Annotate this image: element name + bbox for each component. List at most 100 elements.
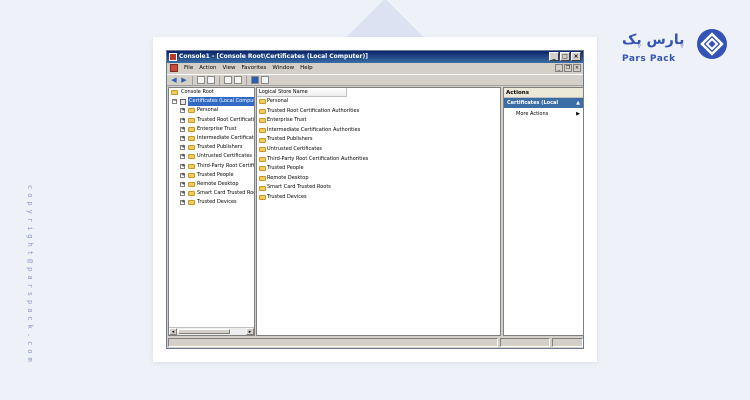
menu-action[interactable]: Action [196,63,219,74]
toolbar: ◀ ▶ [167,74,583,86]
tree-horizontal-scrollbar[interactable]: ◂ ▸ [169,327,254,335]
scroll-right-icon[interactable]: ▸ [246,328,254,335]
menu-favorites[interactable]: Favorites [239,63,270,74]
tree-item-certificates[interactable]: − Certificates (Local Computer) [169,97,254,107]
tree-item-trusted-devices[interactable]: + Trusted Devices [169,198,254,207]
show-hide-tree-icon[interactable] [207,76,215,84]
list-item[interactable]: Trusted Devices [257,193,500,203]
status-bar [168,338,583,348]
list-item[interactable]: Trusted Publishers [257,135,500,145]
expand-icon[interactable]: + [180,191,185,197]
action-pane-icon[interactable] [261,76,269,84]
expand-icon[interactable]: + [180,117,185,123]
scroll-thumb[interactable] [178,329,230,334]
expand-icon[interactable]: + [180,145,185,151]
tree-item-trusted-publishers[interactable]: + Trusted Publishers [169,143,254,152]
tree-item-label: Third-Party Root Certification [197,162,255,169]
expand-icon[interactable]: + [180,163,185,169]
tree-item-untrusted[interactable]: + Untrusted Certificates [169,152,254,161]
actions-pane: Actions Certificates (Local Computer) ▲ … [503,87,584,336]
folder-icon [259,176,266,182]
list-item[interactable]: Enterprise Trust [257,116,500,126]
scroll-left-icon[interactable]: ◂ [169,328,177,335]
logo-text-en: Pars Pack [622,54,676,64]
folder-icon [188,191,195,197]
tree-item-intermediate[interactable]: + Intermediate Certification Aut [169,134,254,143]
expand-icon[interactable]: + [180,154,185,160]
folder-icon [188,163,195,169]
more-actions-item[interactable]: More Actions ▶ [504,108,583,120]
toolbar-separator [192,75,193,85]
folder-icon [259,118,266,124]
export-list-icon[interactable] [234,76,242,84]
list-item[interactable]: Trusted Root Certification Authorities [257,107,500,117]
actions-section-certificates[interactable]: Certificates (Local Computer) ▲ [504,98,583,116]
logo-mark-icon [697,29,727,59]
folder-icon [188,145,195,151]
tree-item-smart-card[interactable]: + Smart Card Trusted Roots [169,189,254,198]
up-folder-icon[interactable] [197,76,205,84]
menu-help[interactable]: Help [297,63,316,74]
list-item[interactable]: Untrusted Certificates [257,145,500,155]
folder-icon [188,154,195,160]
list-item[interactable]: Intermediate Certification Authorities [257,126,500,136]
tree-item-label: Trusted Devices [197,199,237,206]
collapse-up-icon[interactable]: ▲ [576,98,580,108]
tree-item-label: Remote Desktop [197,180,239,187]
child-restore-button[interactable]: ❐ [564,64,572,72]
list-item[interactable]: Personal [257,97,500,107]
list-item-label: Untrusted Certificates [267,145,322,152]
child-close-button[interactable]: × [573,64,581,72]
expand-icon[interactable]: + [180,126,185,132]
toolbar-separator [219,75,220,85]
list-item[interactable]: Trusted People [257,164,500,174]
list-item[interactable]: Remote Desktop [257,174,500,184]
list-item-label: Intermediate Certification Authorities [267,126,361,133]
logo-text-fa: پارس پک [622,32,685,48]
expand-icon[interactable]: + [180,200,185,206]
expand-icon[interactable]: + [180,135,185,141]
mmc-window: Console1 - [Console Root\Certificates (L… [166,50,584,349]
tree-item-remote-desktop[interactable]: + Remote Desktop [169,180,254,189]
close-button[interactable]: × [571,52,581,61]
expand-icon[interactable]: + [180,181,185,187]
actions-header: Actions [504,88,583,98]
list-item[interactable]: Third-Party Root Certification Authoriti… [257,155,500,165]
menu-window[interactable]: Window [269,63,297,74]
tree-item-enterprise-trust[interactable]: + Enterprise Trust [169,125,254,134]
folder-icon [259,137,266,143]
refresh-icon[interactable] [224,76,232,84]
folder-icon [259,99,266,105]
folder-icon [259,185,266,191]
maximize-button[interactable]: □ [560,52,570,61]
list-item-label: Trusted Devices [267,193,307,200]
forward-arrow-icon[interactable]: ▶ [180,76,188,84]
tree-item-third-party-root[interactable]: + Third-Party Root Certification [169,162,254,171]
list-item-label: Trusted Root Certification Authorities [267,107,360,114]
minimize-button[interactable]: _ [549,52,559,61]
tree-item-console-root[interactable]: Console Root [169,88,254,97]
back-arrow-icon[interactable]: ◀ [170,76,178,84]
console-menu-icon[interactable] [170,64,178,72]
menu-view[interactable]: View [219,63,238,74]
menu-file[interactable]: File [181,63,196,74]
tree-item-label: Smart Card Trusted Roots [197,190,255,197]
tree-item-trusted-people[interactable]: + Trusted People [169,171,254,180]
tree-item-trusted-root[interactable]: + Trusted Root Certification Aut [169,116,254,125]
list-item[interactable]: Smart Card Trusted Roots [257,183,500,193]
child-minimize-button[interactable]: _ [555,64,563,72]
collapse-icon[interactable]: − [172,99,177,105]
folder-icon [188,135,195,141]
tree-item-personal[interactable]: + Personal [169,106,254,115]
console-tree-pane: Console Root − Certificates (Local Compu… [168,87,255,336]
tree-item-label: Console Root [181,89,214,95]
window-title: Console1 - [Console Root\Certificates (L… [179,53,368,60]
expand-icon[interactable]: + [180,172,185,178]
column-header-logical-store-name[interactable]: Logical Store Name [257,88,347,97]
menu-bar: File Action View Favorites Window Help _… [167,63,583,74]
folder-icon [259,166,266,172]
list-item-label: Third-Party Root Certification Authoriti… [267,155,369,162]
title-bar[interactable]: Console1 - [Console Root\Certificates (L… [167,51,583,63]
expand-icon[interactable]: + [180,108,185,114]
help-icon[interactable] [251,76,259,84]
